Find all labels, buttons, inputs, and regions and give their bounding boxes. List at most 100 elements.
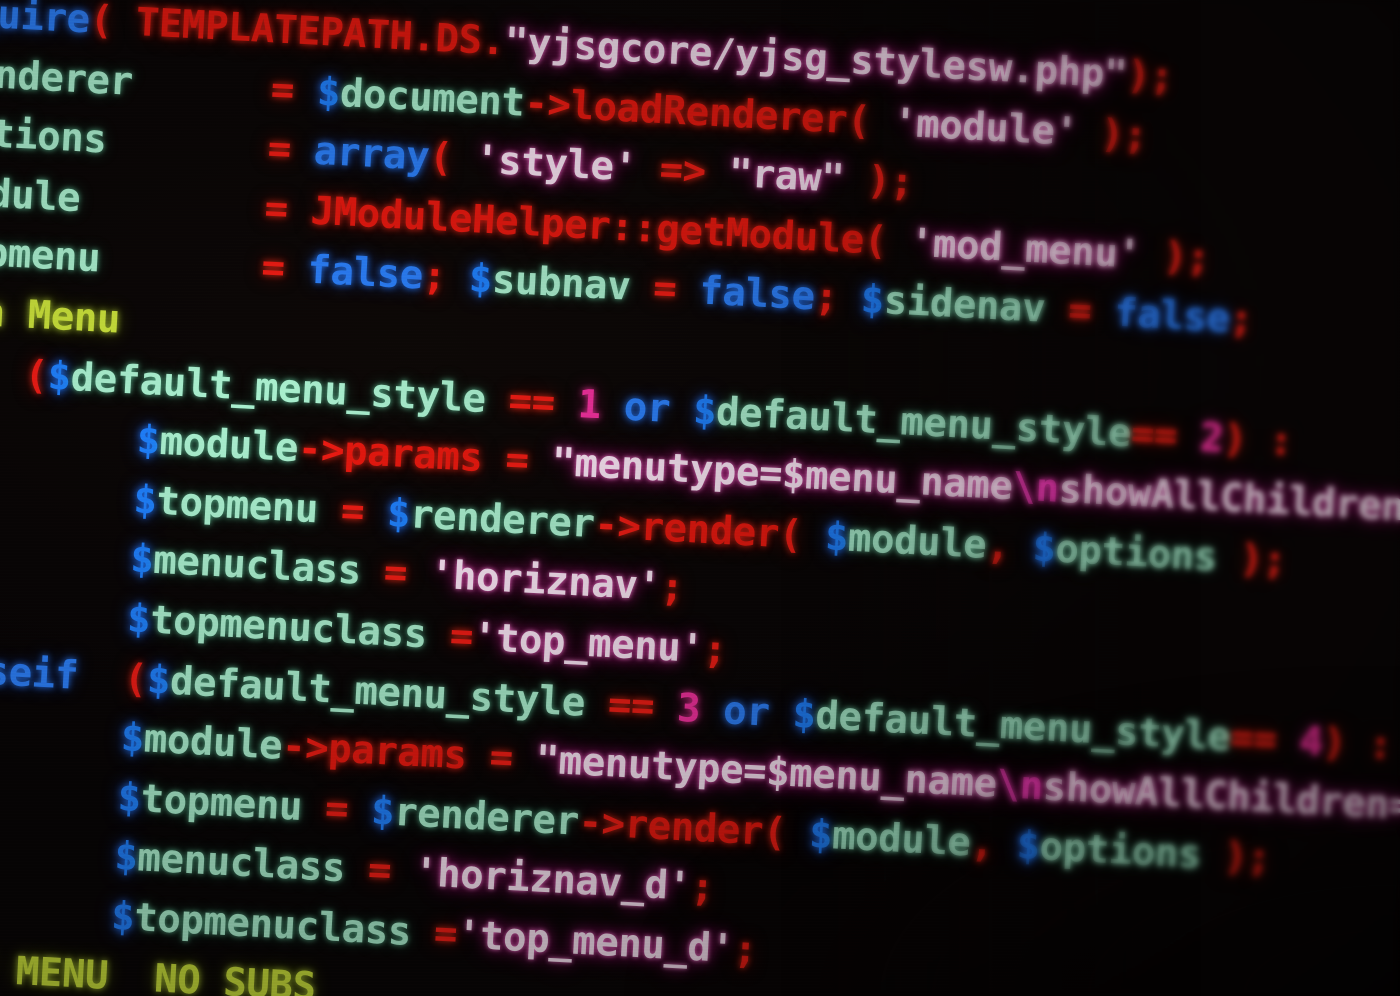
code-token-op: => <box>635 146 731 196</box>
code-token-var: topmenuclass <box>133 895 413 955</box>
code-token-op: = <box>409 909 459 958</box>
code-editor-surface: require( TEMPLATEPATH.DS."yjsgcore/yjsg_… <box>0 0 1400 996</box>
code-token-var: module <box>142 716 284 769</box>
code-token-op: ; <box>732 927 758 974</box>
code-token-op: , <box>969 820 1018 868</box>
code-token-var: menuclass <box>136 835 347 892</box>
code-token-op: , <box>985 522 1034 571</box>
code-token-sig: $ <box>46 353 72 400</box>
code-token-op: = <box>359 549 432 598</box>
code-token-var: subnav <box>490 257 632 311</box>
code-token-op: == <box>1129 411 1202 460</box>
code-token-cls: JModuleHelper <box>309 188 612 250</box>
code-token-op: -> <box>577 799 626 847</box>
code-token-str: 'top_menu_d' <box>455 912 735 973</box>
code-token-sig: $ <box>467 256 494 303</box>
code-token-str: 'style' <box>474 137 638 192</box>
code-token-sig: $ <box>110 893 136 941</box>
code-token-const: params <box>342 428 484 482</box>
code-token-op: -> <box>523 80 572 128</box>
code-token-op: ); <box>1199 832 1272 882</box>
code-token-op: = <box>481 436 553 485</box>
code-token-sig: $ <box>132 477 158 524</box>
code-photo-stage: require( TEMPLATEPATH.DS."yjsgcore/yjsg_… <box>0 0 1400 996</box>
code-token-kw: require <box>0 0 91 43</box>
code-token-op: ); <box>1125 52 1175 101</box>
code-token-str: 'top_menu' <box>471 614 705 673</box>
code-token-sig: $ <box>691 387 718 434</box>
code-token-const: render <box>639 504 781 557</box>
code-token-sig: $ <box>116 774 142 822</box>
code-token-kw: false <box>1113 290 1231 342</box>
code-token-sig: $ <box>145 657 172 704</box>
code-token-sig: $ <box>1031 525 1057 572</box>
code-token-op: ( <box>846 97 895 146</box>
code-token-str: 'horiznav_d' <box>412 850 692 911</box>
code-token-const: loadRenderer <box>569 82 849 143</box>
code-token-kw: or <box>722 687 771 736</box>
code-token-num: 3 <box>676 685 702 732</box>
code-token-op: == <box>583 680 679 731</box>
code-token-op: = <box>316 487 389 536</box>
code-token-op: ( <box>862 217 912 266</box>
code-token-op: = <box>1043 287 1116 336</box>
code-token-op: == <box>1229 714 1301 764</box>
code-token-num: 2 <box>1199 414 1225 461</box>
code-token-op: = <box>105 117 316 174</box>
code-token-op: ( <box>88 0 138 45</box>
code-token-op: = <box>300 784 373 834</box>
code-token-var: topmenuclass <box>149 597 429 658</box>
code-token-var: renderer <box>393 789 580 845</box>
code-token-op: :: <box>609 204 658 252</box>
code-token-op: ); <box>1076 109 1149 159</box>
code-token-var: menuclass <box>152 538 363 595</box>
code-token-op: ; <box>421 254 471 302</box>
code-token-sig: $ <box>119 715 146 762</box>
code-token-op: ( <box>427 135 477 183</box>
code-token-var: renderer <box>0 49 134 105</box>
code-token-op: -> <box>593 501 642 550</box>
code-token-const: params <box>327 726 468 779</box>
code-token-var: topmenu <box>155 478 320 533</box>
code-token-sig: $ <box>113 834 139 881</box>
code-token-esc: \n <box>1011 464 1060 512</box>
code-token-op: ; <box>813 274 862 323</box>
code-token-var: options <box>1054 526 1219 581</box>
code-token-op: = <box>465 733 537 783</box>
code-token-op: ); <box>1215 535 1288 584</box>
code-token-sig: $ <box>823 514 850 561</box>
code-token-op: = <box>98 236 309 293</box>
code-token-op: ( <box>76 653 149 703</box>
code-token-op: ( <box>777 511 827 560</box>
code-token-sig: $ <box>135 417 161 465</box>
code-token-var: topmenu <box>139 776 304 830</box>
code-token-var: sidenav <box>882 278 1047 333</box>
code-token-str: 'mod_menu' <box>908 220 1142 278</box>
code-token-op: = <box>425 612 475 660</box>
code-token-const: getModule <box>655 206 866 263</box>
code-token-var: module <box>0 168 82 222</box>
code-token-op: = <box>343 846 416 896</box>
code-token-kw: array <box>312 128 431 180</box>
code-token-op: ; <box>702 627 728 674</box>
code-token-var: document <box>338 70 526 126</box>
code-token-kw: false <box>306 247 425 299</box>
code-token-op: ( <box>23 352 49 399</box>
code-token-op: . <box>411 14 437 61</box>
code-token-op: ); <box>1139 232 1211 282</box>
code-token-const: DS <box>434 16 483 64</box>
code-token-num: 1 <box>576 381 603 428</box>
code-token-sig: $ <box>129 536 155 584</box>
code-token-sig: $ <box>791 691 817 738</box>
code-token-const: TEMPLATEPATH <box>134 0 414 60</box>
code-token-op: = <box>629 265 701 314</box>
